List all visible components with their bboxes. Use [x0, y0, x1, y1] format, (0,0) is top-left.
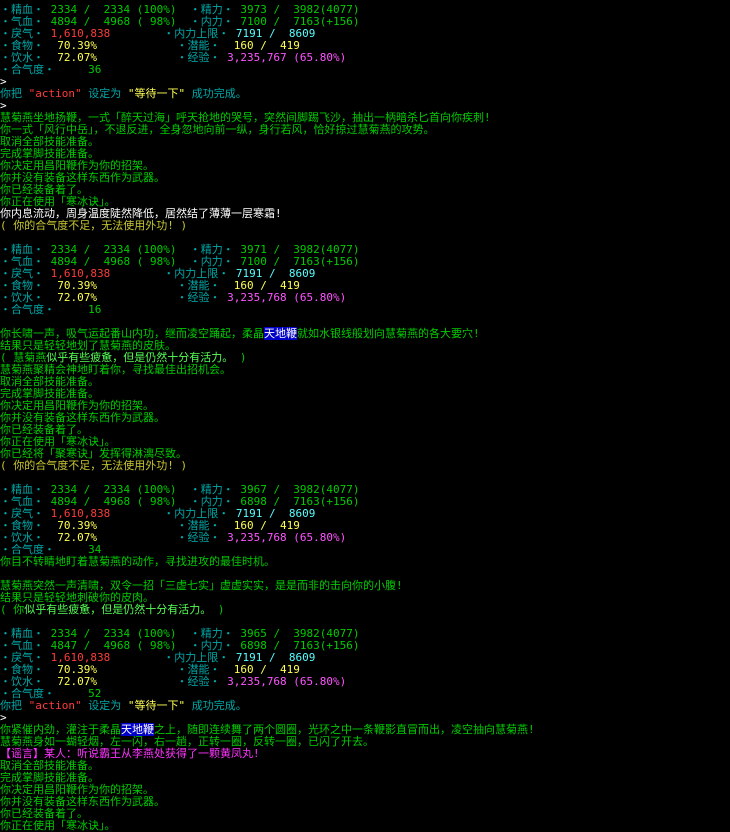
line-segment: ・合气度・	[0, 303, 62, 316]
line-segment: "等待一下"	[127, 87, 186, 100]
line-segment: 36	[61, 63, 102, 76]
terminal-output: ・精血・ 2334 / 2334 (100%) ・精力・ 3973 / 3982…	[0, 0, 730, 832]
line-segment: ・经验・	[96, 51, 228, 64]
terminal-line: ( 你的合气度不足，无法使用外功! )	[0, 460, 187, 472]
line-segment: 成功完成。	[185, 87, 247, 100]
line-segment: 16	[61, 303, 102, 316]
line-segment: 似乎有些疲惫，但是仍然十分有活力。	[24, 603, 212, 616]
line-segment: 天地鞭	[264, 327, 297, 340]
line-segment: ・合气度・	[0, 63, 62, 76]
terminal-line: ・合气度・ 16	[0, 304, 101, 316]
terminal-line: ( 你的合气度不足，无法使用外功! )	[0, 220, 187, 232]
line-segment: 3,235,768 (65.80%)	[227, 675, 347, 688]
line-segment: 3,235,767 (65.80%)	[227, 51, 347, 64]
line-segment: ・经验・	[96, 291, 228, 304]
terminal-line: ( 你似乎有些疲惫，但是仍然十分有活力。 )	[0, 604, 225, 616]
line-segment: 设定为	[81, 699, 128, 712]
line-segment: ( 你的合气度不足，无法使用外功! )	[0, 459, 188, 472]
line-segment: 你目不转睛地盯着慧菊燕的动作，寻找进攻的最佳时机。	[0, 555, 275, 568]
line-segment: "action"	[28, 87, 82, 100]
terminal-line: 你把 "action" 设定为 "等待一下" 成功完成。	[0, 88, 247, 100]
line-segment: ( 你	[0, 603, 25, 616]
line-segment: 你正在使用「寒冰诀」。	[0, 819, 116, 832]
line-segment: 3,235,768 (65.80%)	[227, 291, 347, 304]
line-segment: ( 你的合气度不足，无法使用外功! )	[0, 219, 188, 232]
terminal-line: 你正在使用「寒冰诀」。	[0, 820, 116, 832]
line-segment: "等待一下"	[127, 699, 186, 712]
line-segment: 成功完成。	[185, 699, 247, 712]
terminal-line: ・合气度・ 36	[0, 64, 101, 76]
line-segment: 就如水银线般划向慧菊燕的各大要穴!	[297, 327, 480, 340]
line-segment: )	[233, 351, 247, 364]
line-segment: ・经验・	[96, 531, 228, 544]
line-segment: )	[211, 603, 225, 616]
line-segment: 设定为	[81, 87, 128, 100]
terminal-line: 你把 "action" 设定为 "等待一下" 成功完成。	[0, 700, 247, 712]
terminal-line: 你目不转睛地盯着慧菊燕的动作，寻找进攻的最佳时机。	[0, 556, 275, 568]
line-segment: ・经验・	[96, 675, 228, 688]
line-segment: "action"	[28, 699, 82, 712]
line-segment: 3,235,768 (65.80%)	[227, 531, 347, 544]
